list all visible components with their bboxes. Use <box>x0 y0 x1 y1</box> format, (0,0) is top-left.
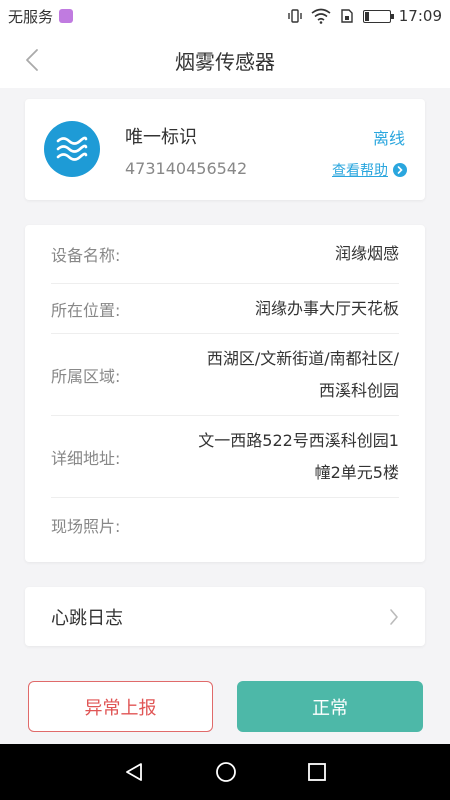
status-bar: 无服务 17:09 <box>0 0 450 32</box>
view-help-link[interactable]: 查看帮助 <box>332 160 407 180</box>
clock-text: 17:09 <box>398 7 442 25</box>
wave-icon <box>56 136 88 161</box>
carrier-info: 无服务 <box>8 6 74 27</box>
battery-icon <box>362 9 394 23</box>
carrier-text: 无服务 <box>8 7 54 26</box>
sim-icon <box>59 9 74 23</box>
detail-row-region: 所属区域: 西湖区/文新街道/南都社区/ 西溪科创园 <box>51 334 399 416</box>
wifi-icon <box>311 8 331 24</box>
detail-row-photos: 现场照片: <box>51 498 399 552</box>
detail-value-line: 西湖区/文新街道/南都社区/ <box>206 348 399 368</box>
vibrate-icon <box>288 9 302 23</box>
unique-id-label: 唯一标识 <box>125 127 197 148</box>
detail-value-line: 文一西路522号西溪科创园1 <box>198 430 399 450</box>
detail-value-line: 幢2单元5楼 <box>314 462 399 482</box>
unique-id-value: 473140456542 <box>125 159 248 178</box>
device-details-card: 设备名称: 润缘烟感 所在位置: 润缘办事大厅天花板 所属区域: 西湖区/文新街… <box>25 225 425 562</box>
detail-value: 西湖区/文新街道/南都社区/ 西溪科创园 <box>207 343 399 407</box>
sim-card-icon <box>341 9 353 23</box>
detail-row-address: 详细地址: 文一西路522号西溪科创园1 幢2单元5楼 <box>51 416 399 498</box>
detail-label: 设备名称: <box>51 246 121 265</box>
detail-label: 所在位置: <box>51 300 121 320</box>
chevron-right-icon <box>390 608 398 625</box>
view-help-label: 查看帮助 <box>332 163 388 179</box>
nav-home-icon[interactable] <box>215 761 237 783</box>
nav-recents-icon[interactable] <box>307 762 327 782</box>
report-anomaly-button[interactable]: 异常上报 <box>28 681 213 732</box>
detail-row-device-name: 设备名称: 润缘烟感 <box>51 225 399 284</box>
detail-label: 现场照片: <box>51 517 121 536</box>
page-title: 烟雾传感器 <box>175 49 275 74</box>
detail-value: 润缘办事大厅天花板 <box>254 298 399 318</box>
detail-value-line: 西溪科创园 <box>318 380 399 400</box>
app-header: 烟雾传感器 <box>0 32 450 88</box>
nav-back-icon[interactable] <box>123 761 145 783</box>
mark-normal-button[interactable]: 正常 <box>237 681 423 732</box>
detail-value: 润缘烟感 <box>334 244 399 263</box>
chevron-left-icon <box>26 49 38 71</box>
back-button[interactable] <box>14 42 50 78</box>
heartbeat-log-label: 心跳日志 <box>51 607 123 629</box>
device-id-card: 唯一标识 473140456542 离线 查看帮助 <box>25 99 425 200</box>
detail-row-location: 所在位置: 润缘办事大厅天花板 <box>51 284 399 334</box>
detail-value: 文一西路522号西溪科创园1 幢2单元5楼 <box>198 425 399 489</box>
chevron-right-circle-icon <box>393 163 407 177</box>
system-nav-bar <box>0 744 450 800</box>
device-avatar <box>44 121 100 177</box>
detail-label: 详细地址: <box>51 448 121 468</box>
detail-label: 所属区域: <box>51 366 121 386</box>
status-icons: 17:09 <box>287 7 442 25</box>
status-badge: 离线 <box>372 129 405 148</box>
heartbeat-log-row[interactable]: 心跳日志 <box>25 587 425 646</box>
